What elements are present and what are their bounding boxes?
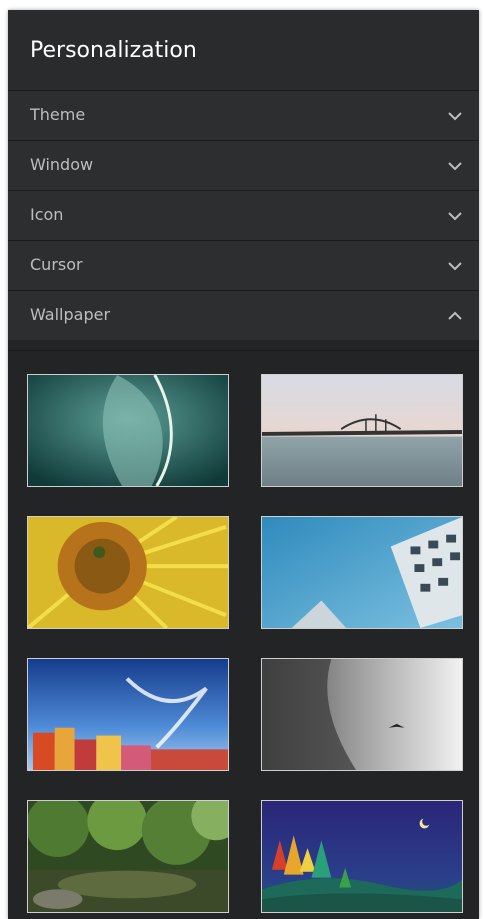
wallpaper-thumb-bridge[interactable] — [261, 374, 463, 487]
chevron-down-icon — [448, 112, 462, 121]
section-wallpaper[interactable]: Wallpaper — [8, 290, 479, 340]
wallpaper-image — [262, 375, 462, 486]
wallpaper-image — [262, 801, 462, 912]
personalization-panel: Personalization Theme Window Icon Cursor… — [8, 10, 479, 919]
section-label: Wallpaper — [30, 305, 111, 324]
wallpaper-thumb-forest[interactable] — [27, 800, 229, 913]
wallpaper-image — [28, 659, 228, 770]
wallpaper-image — [28, 801, 228, 912]
chevron-down-icon — [448, 262, 462, 271]
wallpaper-image — [262, 659, 462, 770]
section-label: Window — [30, 155, 94, 174]
section-label: Theme — [30, 105, 86, 124]
section-label: Cursor — [30, 255, 83, 274]
chevron-up-icon — [448, 311, 462, 320]
section-icon[interactable]: Icon — [8, 190, 479, 240]
section-label: Icon — [30, 205, 64, 224]
wallpaper-thumb-cliff[interactable] — [261, 658, 463, 771]
section-cursor[interactable]: Cursor — [8, 240, 479, 290]
wallpaper-thumb-building[interactable] — [261, 516, 463, 629]
wallpaper-thumb-night[interactable] — [261, 800, 463, 913]
wallpaper-image — [262, 517, 462, 628]
wallpaper-grid — [8, 350, 479, 919]
wallpaper-image — [28, 517, 228, 628]
wallpaper-image — [28, 375, 228, 486]
chevron-down-icon — [448, 162, 462, 171]
panel-title: Personalization — [8, 10, 479, 90]
wallpaper-thumb-city[interactable] — [27, 658, 229, 771]
section-theme[interactable]: Theme — [8, 90, 479, 140]
wallpaper-thumb-sunflower[interactable] — [27, 516, 229, 629]
section-window[interactable]: Window — [8, 140, 479, 190]
chevron-down-icon — [448, 212, 462, 221]
wallpaper-thumb-teal-leaf[interactable] — [27, 374, 229, 487]
